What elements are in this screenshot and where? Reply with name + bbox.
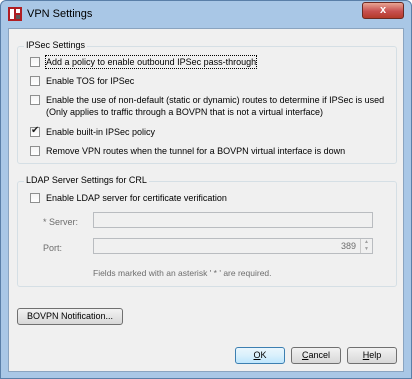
- button-label: BOVPN Notification...: [26, 311, 114, 321]
- close-button[interactable]: x: [362, 2, 404, 19]
- button-label: Help: [362, 350, 382, 360]
- option-label: Enable TOS for IPSec: [46, 76, 135, 86]
- help-button[interactable]: Help: [347, 347, 397, 364]
- dialog-body: IPSec Settings Add a policy to enable ou…: [8, 28, 404, 372]
- checkbox[interactable]: [30, 95, 40, 105]
- spin-down-icon[interactable]: ▼: [361, 246, 372, 253]
- vpn-settings-window: VPN Settings x IPSec Settings Add a poli…: [0, 0, 412, 379]
- server-label: * Server:: [43, 217, 79, 227]
- option-label: Enable LDAP server for certificate verif…: [46, 193, 227, 203]
- port-label: Port:: [43, 243, 63, 253]
- option-enable-tos[interactable]: Enable TOS for IPSec: [30, 75, 134, 87]
- button-label: OK: [253, 350, 267, 360]
- option-label: Remove VPN routes when the tunnel for a …: [46, 146, 346, 156]
- window-title: VPN Settings: [27, 8, 93, 20]
- option-label: Enable built-in IPSec policy: [46, 127, 156, 137]
- option-non-default-routes[interactable]: Enable the use of non-default (static or…: [30, 94, 384, 118]
- ldap-settings-group: LDAP Server Settings for CRL Enable LDAP…: [17, 175, 397, 287]
- option-label-line2: (Only applies to traffic through a BOVPN…: [46, 107, 323, 117]
- ldap-settings-title: LDAP Server Settings for CRL: [24, 175, 149, 185]
- option-outbound-passthrough[interactable]: Add a policy to enable outbound IPSec pa…: [30, 55, 258, 69]
- ipsec-settings-title: IPSec Settings: [24, 40, 88, 50]
- cancel-button[interactable]: Cancel: [291, 347, 341, 364]
- button-label: Cancel: [301, 350, 330, 360]
- ok-button[interactable]: OK: [235, 347, 285, 364]
- checkbox[interactable]: [30, 76, 40, 86]
- checkbox[interactable]: [30, 57, 40, 67]
- checkbox[interactable]: [30, 146, 40, 156]
- option-remove-vpn-routes[interactable]: Remove VPN routes when the tunnel for a …: [30, 145, 345, 157]
- option-builtin-ipsec-policy[interactable]: Enable built-in IPSec policy: [30, 125, 156, 138]
- checkbox[interactable]: [30, 193, 40, 203]
- option-enable-ldap[interactable]: Enable LDAP server for certificate verif…: [30, 192, 227, 204]
- title-bar[interactable]: VPN Settings x: [1, 1, 411, 28]
- port-value: 389: [340, 241, 356, 251]
- option-label: Enable the use of non-default (static or…: [46, 94, 384, 118]
- port-spinner[interactable]: 389 ▲ ▼: [93, 238, 373, 254]
- checkbox-checked[interactable]: [30, 125, 40, 137]
- spin-up-icon[interactable]: ▲: [361, 239, 372, 246]
- option-label-line1: Enable the use of non-default (static or…: [46, 95, 385, 105]
- ipsec-settings-group: IPSec Settings Add a policy to enable ou…: [17, 40, 397, 164]
- watchguard-app-icon: [8, 7, 22, 21]
- option-label: Add a policy to enable outbound IPSec pa…: [44, 55, 258, 69]
- server-input[interactable]: [93, 212, 373, 228]
- close-icon: x: [379, 4, 387, 16]
- port-spin-buttons[interactable]: ▲ ▼: [360, 239, 372, 253]
- required-fields-note: Fields marked with an asterisk ' * ' are…: [93, 268, 272, 278]
- bovpn-notification-button[interactable]: BOVPN Notification...: [17, 308, 123, 325]
